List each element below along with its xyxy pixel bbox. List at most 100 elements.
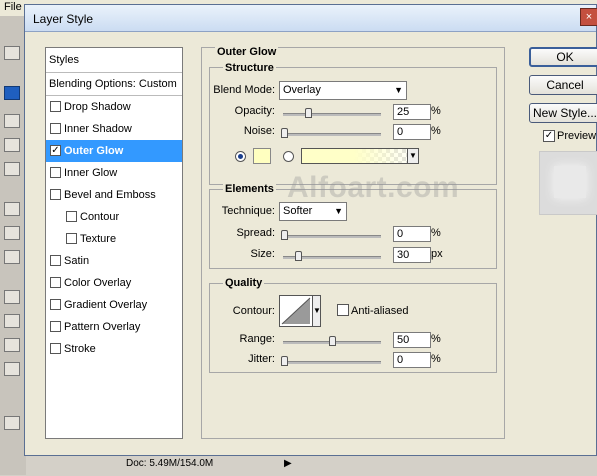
spread-label: Spread: [236,227,275,239]
style-item-gradient-overlay[interactable]: Gradient Overlay [46,294,182,316]
opacity-unit: % [431,105,441,117]
anti-aliased-label: Anti-aliased [351,305,409,317]
new-style-button[interactable]: New Style... [529,103,597,123]
eraser-tool-icon[interactable] [4,250,20,264]
dialog-title: Layer Style [33,12,94,26]
technique-value: Softer [283,205,313,217]
style-item-label: Satin [64,255,90,267]
quality-title: Quality [223,277,265,289]
opacity-input[interactable]: 25 [393,104,431,120]
pen-tool-icon[interactable] [4,314,20,328]
style-checkbox[interactable] [50,299,61,310]
chevron-down-icon[interactable]: ▼ [407,149,418,163]
status-menu-arrow-icon[interactable]: ▶ [284,458,292,469]
blend-mode-value: Overlay [283,84,321,96]
style-item-color-overlay[interactable]: Color Overlay [46,272,182,294]
structure-title: Structure [223,62,276,74]
noise-slider[interactable] [281,128,381,138]
gradient-picker[interactable]: ▼ [301,148,419,164]
style-item-stroke[interactable]: Stroke [46,338,182,360]
range-slider-thumb[interactable] [329,336,336,346]
spread-slider-thumb[interactable] [281,230,288,240]
tool-button[interactable] [4,46,20,60]
style-checkbox[interactable] [66,233,77,244]
noise-unit: % [431,125,441,137]
style-item-label: Inner Glow [64,167,118,179]
size-label: Size: [250,248,275,260]
ps-logo-icon[interactable] [4,86,20,100]
anti-aliased-checkbox[interactable] [337,304,349,316]
size-slider-thumb[interactable] [295,251,302,261]
contour-label: Contour: [232,305,275,317]
close-button[interactable]: × [580,8,597,26]
opacity-slider[interactable] [283,108,381,118]
opacity-slider-thumb[interactable] [305,108,312,118]
opacity-label: Opacity: [234,105,275,117]
glow-color-swatch[interactable] [253,148,271,164]
jitter-slider-thumb[interactable] [281,356,288,366]
style-item-label: Gradient Overlay [64,299,148,311]
marquee-tool-icon[interactable] [4,114,20,128]
jitter-slider[interactable] [281,356,381,366]
blend-mode-select[interactable]: Overlay ▼ [279,81,407,100]
range-slider[interactable] [283,336,381,346]
style-preview-box [539,151,597,215]
style-checkbox[interactable] [50,123,61,134]
cancel-button[interactable]: Cancel [529,75,597,95]
stamp-tool-icon[interactable] [4,226,20,240]
brush-tool-icon[interactable] [4,202,20,216]
doc-size-text: Doc: 5.49M/154.0M [126,458,214,469]
ok-button[interactable]: OK [529,47,597,67]
preview-checkbox[interactable]: ✓ [543,130,555,142]
style-item-drop-shadow[interactable]: Drop Shadow [46,96,182,118]
notes-tool-icon[interactable] [4,338,20,352]
gradient-radio[interactable] [283,151,294,162]
blend-mode-label: Blend Mode: [213,84,275,96]
style-item-label: Bevel and Emboss [64,189,156,201]
styles-header[interactable]: Styles [46,48,182,73]
style-item-label: Outer Glow [64,145,124,157]
hand-tool-icon[interactable] [4,362,20,376]
style-item-bevel-and-emboss[interactable]: Bevel and Emboss [46,184,182,206]
toolbox [0,16,27,475]
contour-preview[interactable] [279,295,313,327]
menu-file[interactable]: File [4,1,22,13]
style-item-label: Stroke [64,343,96,355]
style-checkbox[interactable] [50,255,61,266]
style-item-label: Inner Shadow [64,123,132,135]
style-item-outer-glow[interactable]: ✓ Outer Glow [46,140,182,162]
style-checkbox[interactable] [66,211,77,222]
style-checkbox[interactable] [50,101,61,112]
range-input[interactable]: 50 [393,332,431,348]
style-checkbox[interactable] [50,189,61,200]
style-item-label: Color Overlay [64,277,132,289]
style-item-pattern-overlay[interactable]: Pattern Overlay [46,316,182,338]
noise-input[interactable]: 0 [393,124,431,140]
blending-options-item[interactable]: Blending Options: Custom [46,73,182,96]
size-slider[interactable] [283,251,381,261]
jitter-input[interactable]: 0 [393,352,431,368]
style-checkbox[interactable]: ✓ [50,145,61,156]
solid-color-radio[interactable] [235,151,246,162]
color-swatches-icon[interactable] [4,416,20,430]
size-input[interactable]: 30 [393,247,431,263]
style-item-satin[interactable]: Satin [46,250,182,272]
style-item-contour[interactable]: Contour [46,206,182,228]
watermark-text: Alfoart.com [287,171,460,204]
style-preview-swatch [554,166,586,198]
contour-dropdown[interactable]: ▼ [313,295,321,327]
panel-title: Outer Glow [215,46,279,58]
style-item-inner-glow[interactable]: Inner Glow [46,162,182,184]
crop-tool-icon[interactable] [4,162,20,176]
spread-slider[interactable] [281,230,381,240]
style-item-inner-shadow[interactable]: Inner Shadow [46,118,182,140]
style-checkbox[interactable] [50,167,61,178]
style-checkbox[interactable] [50,277,61,288]
lasso-tool-icon[interactable] [4,138,20,152]
path-tool-icon[interactable] [4,290,20,304]
style-item-texture[interactable]: Texture [46,228,182,250]
spread-input[interactable]: 0 [393,226,431,242]
style-checkbox[interactable] [50,343,61,354]
style-checkbox[interactable] [50,321,61,332]
noise-slider-thumb[interactable] [281,128,288,138]
